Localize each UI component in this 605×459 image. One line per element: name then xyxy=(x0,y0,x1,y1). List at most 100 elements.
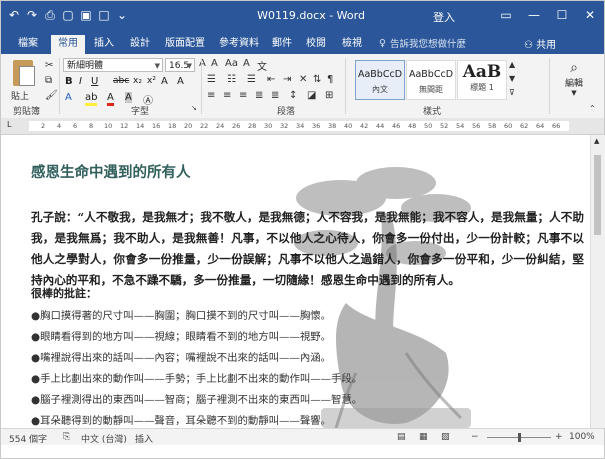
customize-qat-icon[interactable]: ⌄ xyxy=(115,7,129,23)
editing-button[interactable]: ⌕ 編輯 ▼ xyxy=(556,60,592,97)
format-painter-icon[interactable]: 🖌 xyxy=(45,90,58,101)
subscript-icon[interactable]: x₂ xyxy=(133,76,142,86)
tab-file[interactable]: 檔案 xyxy=(9,35,47,54)
sort-icon[interactable]: ⇅ xyxy=(313,74,321,85)
underline-icon[interactable]: U xyxy=(91,76,98,87)
insert-mode[interactable]: 插入 xyxy=(135,432,153,445)
tell-me-box[interactable]: ♀ 告訴我您想做什麼 xyxy=(379,36,466,51)
web-layout-icon[interactable]: ▧ xyxy=(441,432,450,442)
minimize-icon[interactable]: — xyxy=(524,5,544,25)
styles-scroll-up-icon[interactable]: ▲ xyxy=(509,60,515,69)
paste-label[interactable]: 貼上 xyxy=(11,89,29,102)
tab-mailings[interactable]: 郵件 xyxy=(267,35,297,54)
font-name-select[interactable]: 新細明體 ▼ xyxy=(63,58,163,72)
change-case-icon[interactable]: Aa xyxy=(225,58,238,69)
font-dialog-launcher-icon[interactable]: ↘ xyxy=(191,104,197,112)
collapse-ribbon-icon[interactable]: ⌃ xyxy=(589,104,596,113)
phonetic-guide-icon[interactable]: 文 xyxy=(257,58,267,73)
tab-insert[interactable]: 插入 xyxy=(89,35,119,54)
shrink-font-icon[interactable]: A xyxy=(211,58,218,69)
character-border-icon[interactable]: A xyxy=(161,76,168,87)
justify-icon[interactable]: ≣ xyxy=(255,90,263,101)
strikethrough-icon[interactable]: abc xyxy=(113,76,129,86)
tab-view[interactable]: 檢視 xyxy=(337,35,367,54)
tell-me-text: 告訴我您想做什麼 xyxy=(389,39,466,50)
copy-icon[interactable]: ⧉ xyxy=(45,75,52,86)
bullet-line: ●耳朵聽得到的動靜叫——聲音，耳朵聽不到的動靜叫——聲響。 xyxy=(31,415,332,427)
tab-review[interactable]: 校閱 xyxy=(301,35,331,54)
ribbon-home: 貼上 ✂ ⧉ 🖌 剪貼簿 新細明體 ▼ 16.5 ▼ A A Aa A 文 B I … xyxy=(1,54,604,119)
multilevel-list-icon[interactable]: ☰ xyxy=(247,74,256,85)
distributed-icon[interactable]: ≣ xyxy=(271,90,279,101)
bullets-icon[interactable]: ☰ xyxy=(207,74,216,85)
decrease-indent-icon[interactable]: ⇤ xyxy=(267,74,275,85)
read-mode-icon[interactable]: ▤ xyxy=(397,432,406,442)
clear-formatting-icon[interactable]: A xyxy=(243,58,250,69)
group-styles-label: 樣式 xyxy=(423,107,442,117)
superscript-icon[interactable]: x² xyxy=(147,76,156,86)
paste-button[interactable] xyxy=(9,58,39,90)
ribbon-display-icon[interactable]: ▭ xyxy=(496,5,516,25)
styles-scroll-down-icon[interactable]: ▼ xyxy=(509,74,515,83)
styles-more-icon[interactable]: ⊽ xyxy=(509,88,515,97)
align-left-icon[interactable]: ≡ xyxy=(207,90,215,101)
word-count[interactable]: 554 個字 xyxy=(9,432,47,445)
print-preview-icon[interactable]: ⎙ xyxy=(43,7,57,23)
tab-design[interactable]: 設計 xyxy=(125,35,155,54)
open-icon[interactable]: ▢ xyxy=(61,7,75,23)
style-no-spacing[interactable]: AaBbCcD 無間距 xyxy=(406,60,456,100)
cut-icon[interactable]: ✂ xyxy=(45,60,53,71)
highlight-icon[interactable]: ab xyxy=(85,92,98,106)
quick-access-toolbar: ↶ ↷ ⎙ ▢ ▣ □ ⌄ xyxy=(7,7,129,23)
zoom-slider-knob[interactable] xyxy=(518,433,521,442)
redo-icon[interactable]: ↷ xyxy=(25,7,39,23)
scroll-up-icon[interactable]: ▲ xyxy=(594,137,599,145)
tab-selector-icon[interactable]: L xyxy=(7,120,11,129)
zoom-in-icon[interactable]: + xyxy=(555,432,563,442)
character-shading-icon[interactable]: A xyxy=(125,92,132,103)
style-heading-1[interactable]: AaB 標題 1 xyxy=(457,60,507,100)
text-effects-icon[interactable]: A xyxy=(65,92,72,103)
zoom-level[interactable]: 100% xyxy=(569,432,595,442)
vertical-scrollbar[interactable]: ▲ xyxy=(590,135,605,428)
align-right-icon[interactable]: ≡ xyxy=(239,90,247,101)
style-normal[interactable]: AaBbCcD 內文 xyxy=(355,60,405,100)
font-color-icon[interactable]: A xyxy=(107,92,114,106)
scroll-thumb[interactable] xyxy=(594,155,601,235)
print-layout-icon[interactable]: ▦ xyxy=(419,432,428,442)
numbering-icon[interactable]: ☷ xyxy=(227,74,236,85)
bold-icon[interactable]: B xyxy=(65,76,73,87)
shading-icon[interactable]: ◪ xyxy=(307,90,316,101)
chinese-layout-icon[interactable]: ✕ xyxy=(299,74,307,85)
language-status[interactable]: 中文 (台灣) xyxy=(81,432,127,445)
borders-icon[interactable]: ⊞ xyxy=(325,90,333,101)
lightbulb-icon: ♀ xyxy=(379,37,386,49)
undo-icon[interactable]: ↶ xyxy=(7,7,21,23)
share-button[interactable]: ⚇ 共用 xyxy=(524,36,556,51)
horizontal-ruler[interactable]: L 2 4 6 8 10 12 14 16 18 20 22 24 26 28 … xyxy=(1,118,604,135)
new-document-icon[interactable]: □ xyxy=(97,7,111,23)
tab-references[interactable]: 參考資料 xyxy=(215,35,263,54)
show-marks-icon[interactable]: ¶ xyxy=(327,74,333,85)
proofing-icon[interactable]: ⎘ xyxy=(63,432,70,442)
maximize-icon[interactable]: ☐ xyxy=(552,5,572,25)
ribbon-tabs: 檔案 常用 插入 設計 版面配置 參考資料 郵件 校閱 檢視 ♀ 告訴我您想做什… xyxy=(1,32,604,54)
zoom-out-icon[interactable]: − xyxy=(471,432,479,442)
status-bar: 554 個字 ⎘ 中文 (台灣) 插入 ▤ ▦ ▧ − + 100% xyxy=(1,428,604,446)
font-size-select[interactable]: 16.5 ▼ xyxy=(165,58,195,72)
sign-in-link[interactable]: 登入 xyxy=(433,9,455,25)
separator xyxy=(59,58,60,114)
document-canvas[interactable]: 感恩生命中遇到的所有人 孔子說：“人不敬我，是我無才；我不敬人，是我無德；人不容… xyxy=(1,135,604,428)
close-icon[interactable]: ✕ xyxy=(580,5,600,25)
tab-layout[interactable]: 版面配置 xyxy=(161,35,209,54)
text-effects-icon[interactable]: A xyxy=(177,76,184,87)
word-window: ↶ ↷ ⎙ ▢ ▣ □ ⌄ W0119.docx - Word 登入 ▭ — ☐… xyxy=(0,0,605,459)
increase-indent-icon[interactable]: ⇥ xyxy=(283,74,291,85)
italic-icon[interactable]: I xyxy=(79,76,82,87)
save-icon[interactable]: ▣ xyxy=(79,7,93,23)
tab-home[interactable]: 常用 xyxy=(51,35,85,54)
bullet-line: ●手上比劃出來的動作叫——手勢；手上比劃不出來的動作叫——手段。 xyxy=(31,373,363,385)
person-icon: ⚇ xyxy=(524,40,533,51)
align-center-icon[interactable]: ≡ xyxy=(223,90,231,101)
line-spacing-icon[interactable]: ↕ xyxy=(289,90,297,101)
